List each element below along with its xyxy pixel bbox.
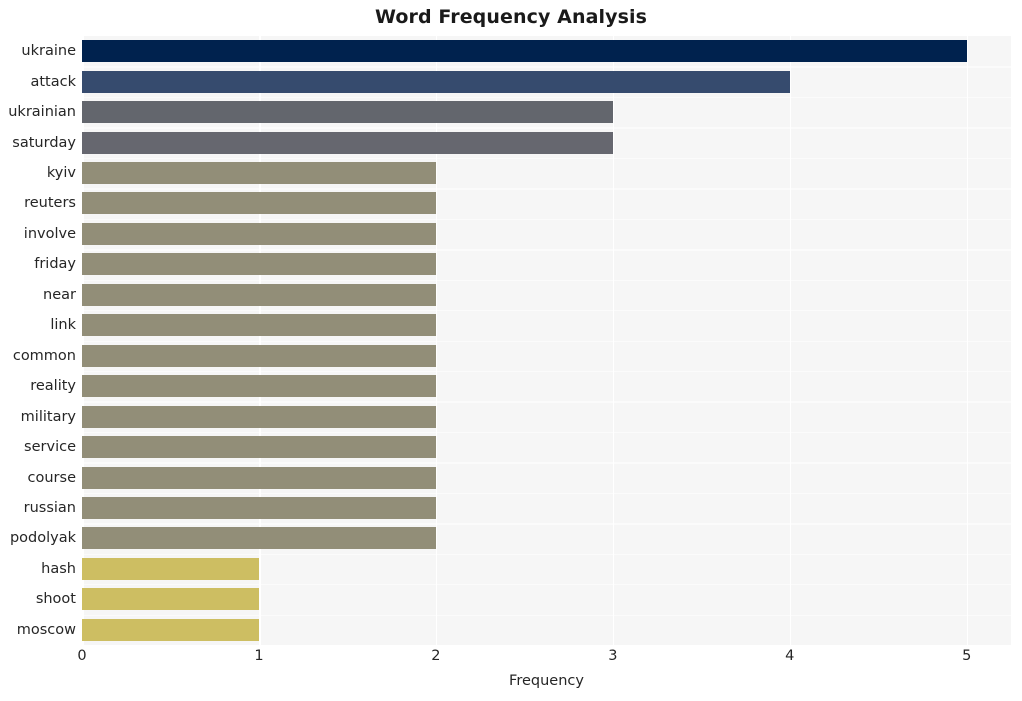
row-separator [82,340,1011,342]
y-tick-label-ukraine: ukraine [21,43,76,60]
row-separator [82,188,1011,190]
row-separator [82,492,1011,495]
y-tick-label-involve: involve [23,225,76,242]
x-tick-label-1: 1 [254,648,264,664]
bar-common[interactable] [82,344,436,367]
gridline-x-2 [435,36,438,645]
bar-near[interactable] [82,283,436,306]
x-tick-label-4: 4 [785,648,795,664]
x-tick-label-5: 5 [962,648,972,664]
row-separator [82,584,1011,586]
y-tick-label-moscow: moscow [16,621,76,638]
bar-attack[interactable] [82,70,790,93]
row-separator [82,310,1011,312]
y-tick-label-reuters: reuters [24,195,76,212]
y-tick-label-hash: hash [41,560,76,577]
bar-moscow[interactable] [82,618,259,641]
row-separator [82,127,1011,129]
x-tick-label-3: 3 [608,648,618,664]
bar-military[interactable] [82,405,436,428]
plot-area [82,36,1011,645]
bar-service[interactable] [82,436,436,459]
y-tick-label-ukrainian: ukrainian [8,104,76,121]
bar-russian[interactable] [82,496,436,519]
row-separator [82,66,1011,68]
y-axis-tick-labels: ukraine attack ukrainian saturday kyiv reuter… [0,36,76,645]
row-separator [82,370,1011,373]
row-separator [82,279,1011,281]
bar-friday[interactable] [82,253,436,276]
bar-saturday[interactable] [82,131,613,154]
word-frequency-chart: Word Frequency Analysis ukraine attack ukr… [0,0,1022,701]
row-separator [82,96,1011,99]
y-tick-label-link: link [50,317,76,334]
row-separator [82,218,1011,221]
gridline-x-3 [612,36,615,645]
y-tick-label-service: service [24,439,76,456]
bar-ukrainian[interactable] [82,101,613,124]
bar-reuters[interactable] [82,192,436,215]
y-tick-label-near: near [43,286,76,303]
y-tick-label-attack: attack [30,73,76,90]
y-tick-label-reality: reality [30,378,76,395]
y-tick-label-kyiv: kyiv [46,165,76,182]
bar-podolyak[interactable] [82,527,436,550]
y-tick-label-common: common [12,347,76,364]
bar-ukraine[interactable] [82,40,967,63]
gridline-x-4 [789,36,792,645]
y-tick-label-friday: friday [34,256,76,273]
y-tick-label-saturday: saturday [12,134,76,151]
gridline-x-1 [258,36,261,645]
page-title: Word Frequency Analysis [374,6,648,28]
bar-hash[interactable] [82,557,259,580]
row-separator [82,523,1011,525]
y-tick-label-shoot: shoot [35,591,76,608]
bar-link[interactable] [82,314,436,337]
row-separator [82,431,1011,434]
bar-course[interactable] [82,466,436,489]
bar-involve[interactable] [82,222,436,245]
y-tick-label-military: military [20,408,76,425]
x-tick-label-0: 0 [77,648,87,664]
row-separator [82,249,1011,251]
gridline-x-0 [82,36,84,645]
x-tick-label-2: 2 [431,648,441,664]
row-separator [82,462,1011,464]
gridline-x-5 [966,36,969,645]
y-tick-label-russian: russian [23,499,76,516]
bar-reality[interactable] [82,375,436,398]
row-separator [82,157,1011,160]
row-separator [82,401,1011,403]
bar-shoot[interactable] [82,588,259,611]
bar-kyiv[interactable] [82,162,436,185]
y-tick-label-course: course [27,469,76,486]
x-axis-tick-labels: 0 1 2 3 4 5 [0,648,1022,670]
y-tick-label-podolyak: podolyak [9,530,76,547]
row-separator [82,614,1011,616]
x-axis-title: Frequency [509,673,584,689]
row-separator [82,553,1011,556]
